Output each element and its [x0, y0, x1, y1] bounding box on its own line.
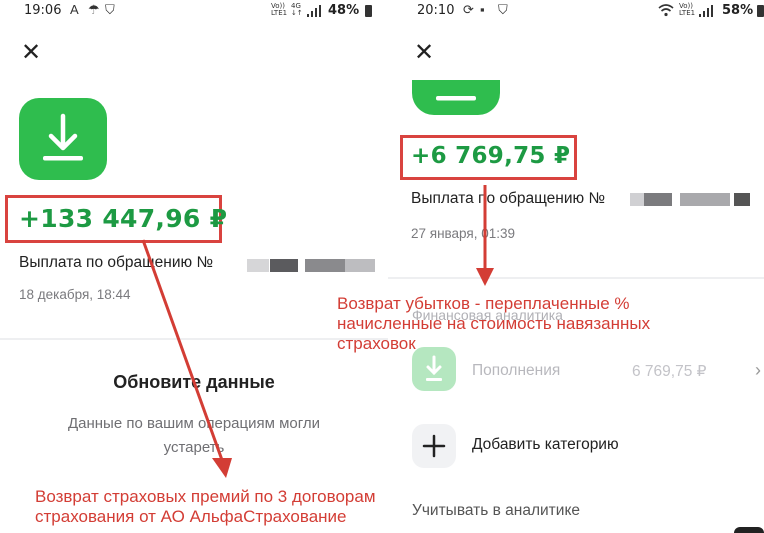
annotation-overlay	[141, 239, 232, 478]
annotation-note: Возврат убытков - переплаченные % начисл…	[337, 294, 651, 353]
